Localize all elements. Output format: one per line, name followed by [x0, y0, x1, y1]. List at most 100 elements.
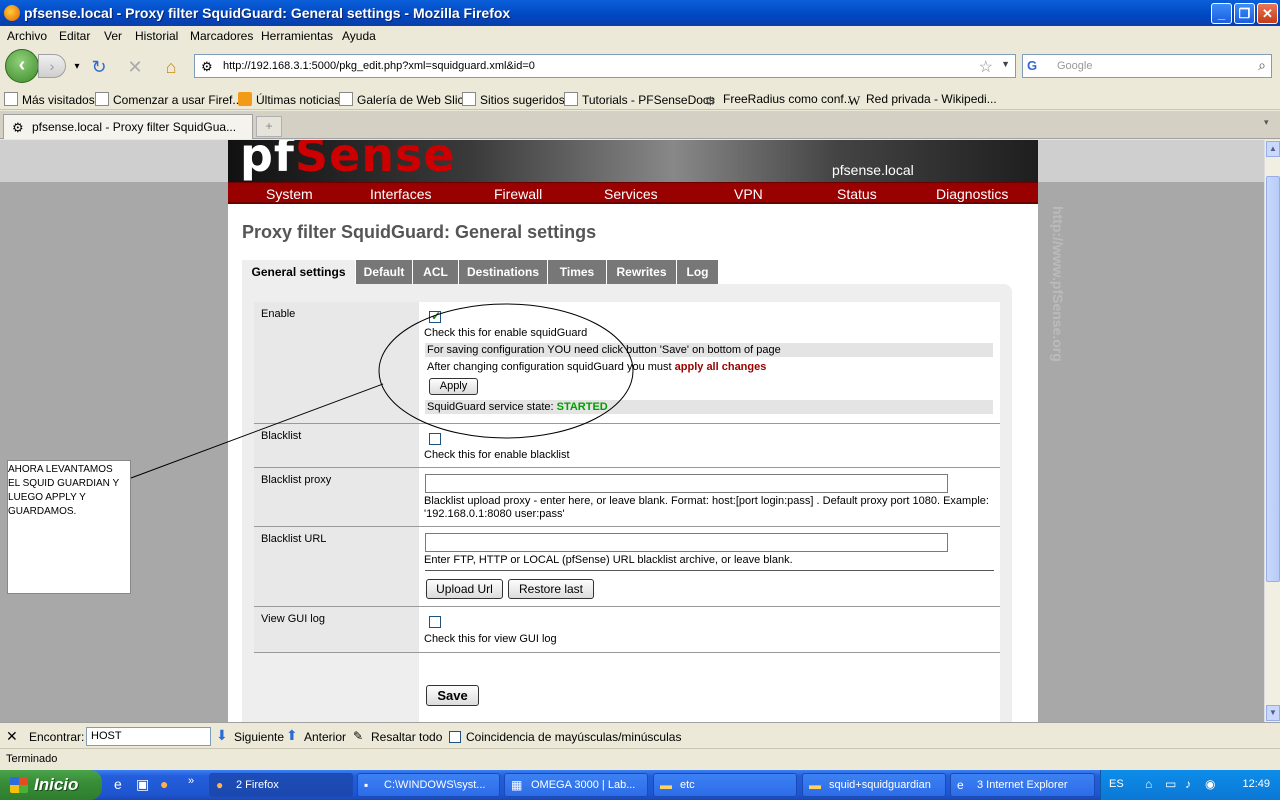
- blacklist-checkbox[interactable]: [429, 433, 441, 445]
- menu-system[interactable]: System: [266, 186, 313, 202]
- ie-quicklaunch-icon[interactable]: e: [114, 776, 122, 792]
- menu-status[interactable]: Status: [837, 186, 877, 202]
- search-placeholder[interactable]: Google: [1057, 60, 1092, 72]
- enable-checkbox[interactable]: [429, 309, 441, 323]
- menu-historial[interactable]: Historial: [135, 29, 178, 43]
- window-title-bar: pfsense.local - Proxy filter SquidGuard:…: [0, 0, 1280, 26]
- bookmark-item[interactable]: Últimas noticias: [238, 92, 340, 107]
- security-icon[interactable]: ◉: [1205, 777, 1215, 791]
- blacklist-proxy-field: Blacklist upload proxy - enter here, or …: [419, 468, 1000, 526]
- bookmark-star-icon[interactable]: ☆: [979, 57, 993, 77]
- search-box[interactable]: G Google ⌕: [1022, 54, 1272, 78]
- start-label: Inicio: [34, 775, 79, 794]
- menu-editar[interactable]: Editar: [59, 29, 90, 43]
- highlight-all-button[interactable]: Resaltar todo: [371, 730, 442, 744]
- menu-firewall[interactable]: Firewall: [494, 186, 542, 202]
- gui-log-checkbox[interactable]: [429, 616, 441, 628]
- task-omega[interactable]: ▦ OMEGA 3000 | Lab...: [504, 773, 648, 797]
- menu-ayuda[interactable]: Ayuda: [342, 29, 376, 43]
- task-squid-folder[interactable]: ▬ squid+squidguardian: [802, 773, 946, 797]
- history-dropdown-icon[interactable]: ▾: [66, 56, 88, 78]
- highlighter-icon[interactable]: ✎: [353, 729, 363, 743]
- menu-services[interactable]: Services: [604, 186, 658, 202]
- menu-marcadores[interactable]: Marcadores: [190, 29, 253, 43]
- reload-icon[interactable]: ↻: [88, 56, 110, 78]
- task-etc-folder[interactable]: ▬ etc: [653, 773, 797, 797]
- menu-archivo[interactable]: Archivo: [7, 29, 47, 43]
- forward-button[interactable]: ›: [38, 54, 66, 78]
- scrollbar-thumb[interactable]: [1266, 176, 1280, 582]
- menu-interfaces[interactable]: Interfaces: [370, 186, 431, 202]
- bookmark-item[interactable]: Sitios sugeridos: [462, 92, 565, 107]
- bookmark-item[interactable]: Tutorials - PFSenseDocs: [564, 92, 715, 107]
- minimize-button[interactable]: _: [1211, 3, 1232, 24]
- google-icon[interactable]: G: [1027, 58, 1043, 74]
- bookmark-item[interactable]: W Red privada - Wikipedi...: [848, 92, 997, 108]
- bookmark-item[interactable]: Comenzar a usar Firef...: [95, 92, 242, 107]
- page-icon: [95, 92, 109, 106]
- tab-list-icon[interactable]: ▾: [1264, 117, 1269, 128]
- back-button[interactable]: ‹: [5, 49, 39, 83]
- url-dropdown-icon[interactable]: ▼: [1001, 59, 1010, 69]
- vertical-scrollbar[interactable]: ▲ ▼: [1264, 140, 1280, 722]
- quicklaunch-more-icon[interactable]: »: [188, 775, 194, 787]
- monitor-icon[interactable]: ▭: [1165, 777, 1176, 791]
- stop-icon[interactable]: ✕: [124, 56, 146, 78]
- scroll-down-icon[interactable]: ▼: [1266, 705, 1280, 721]
- browser-tab[interactable]: ⚙ pfsense.local - Proxy filter SquidGua.…: [3, 114, 253, 139]
- tab-general-settings[interactable]: General settings: [242, 260, 356, 284]
- scroll-up-icon[interactable]: ▲: [1266, 141, 1280, 157]
- restore-last-button[interactable]: Restore last: [508, 579, 594, 599]
- save-button[interactable]: Save: [426, 685, 479, 706]
- menu-ver[interactable]: Ver: [104, 29, 122, 43]
- url-bar[interactable]: ⚙ http://192.168.3.1:5000/pkg_edit.php?x…: [194, 54, 1016, 78]
- tab-log[interactable]: Log: [677, 260, 719, 284]
- task-internet-explorer[interactable]: e 3 Internet Explorer: [950, 773, 1095, 797]
- tab-rewrites[interactable]: Rewrites: [607, 260, 677, 284]
- maximize-button[interactable]: ❐: [1234, 3, 1255, 24]
- close-button[interactable]: ✕: [1257, 3, 1278, 24]
- bookmark-item[interactable]: Galería de Web Slice: [339, 92, 470, 107]
- match-case-label[interactable]: Coincidencia de mayúsculas/minúsculas: [466, 730, 681, 744]
- tab-acl[interactable]: ACL: [413, 260, 459, 284]
- blacklist-proxy-input[interactable]: [425, 474, 948, 493]
- tab-destinations[interactable]: Destinations: [459, 260, 548, 284]
- firefox-quicklaunch-icon[interactable]: ●: [160, 776, 168, 792]
- volume-icon[interactable]: ♪: [1185, 777, 1191, 791]
- bookmark-item[interactable]: ⚙ FreeRadius como conf...: [705, 92, 854, 108]
- language-indicator[interactable]: ES: [1109, 778, 1124, 790]
- desktop-quicklaunch-icon[interactable]: ▣: [136, 776, 149, 793]
- pfsense-logo[interactable]: pfSense: [240, 140, 456, 182]
- home-icon[interactable]: ⌂: [160, 56, 182, 78]
- site-identity-icon[interactable]: ⚙: [201, 59, 213, 75]
- apply-all-changes-link[interactable]: apply all changes: [675, 361, 767, 373]
- menu-vpn[interactable]: VPN: [734, 186, 763, 202]
- upload-url-button[interactable]: Upload Url: [426, 579, 503, 599]
- search-icon[interactable]: ⌕: [1258, 57, 1266, 74]
- find-input[interactable]: HOST: [86, 727, 211, 746]
- page-viewport: pfSense pfsense.local System Interfaces …: [0, 140, 1264, 722]
- start-button[interactable]: Inicio: [0, 770, 102, 800]
- find-prev-button[interactable]: Anterior: [304, 730, 346, 744]
- arrow-down-icon[interactable]: ⬇: [216, 727, 228, 744]
- apply-button[interactable]: Apply: [429, 378, 478, 395]
- network-icon[interactable]: ⌂: [1145, 777, 1152, 791]
- page-title: Proxy filter SquidGuard: General setting…: [242, 222, 597, 242]
- tab-default[interactable]: Default: [356, 260, 413, 284]
- find-next-button[interactable]: Siguiente: [234, 730, 284, 744]
- task-cmd[interactable]: ▪ C:\WINDOWS\syst...: [357, 773, 500, 797]
- arrow-up-icon[interactable]: ⬆: [286, 727, 298, 744]
- match-case-checkbox[interactable]: [449, 731, 461, 743]
- bookmark-item[interactable]: Más visitados: [4, 92, 95, 107]
- url-text[interactable]: http://192.168.3.1:5000/pkg_edit.php?xml…: [223, 60, 535, 72]
- new-tab-button[interactable]: +: [256, 116, 282, 137]
- tab-strip: ⚙ pfsense.local - Proxy filter SquidGua.…: [0, 111, 1280, 139]
- blacklist-url-input[interactable]: [425, 533, 948, 552]
- task-firefox[interactable]: ● 2 Firefox: [209, 773, 353, 797]
- menu-herramientas[interactable]: Herramientas: [261, 29, 333, 43]
- page-icon: [564, 92, 578, 106]
- gui-log-field: Check this for view GUI log: [419, 607, 1000, 652]
- close-findbar-icon[interactable]: ✕: [6, 728, 18, 745]
- menu-diagnostics[interactable]: Diagnostics: [936, 186, 1008, 202]
- tab-times[interactable]: Times: [548, 260, 607, 284]
